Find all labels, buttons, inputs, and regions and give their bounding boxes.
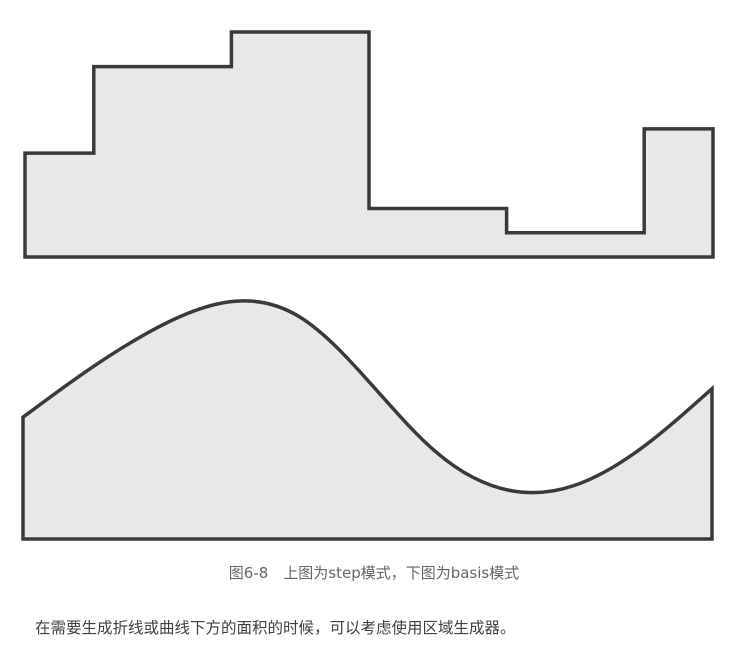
- step-area-shape: [23, 30, 715, 259]
- figure-caption: 图6-8 上图为step模式，下图为basis模式: [228, 564, 520, 582]
- body-paragraph: 在需要生成折线或曲线下方的面积的时候，可以考虑使用区域生成器。: [35, 619, 516, 637]
- area-figure: [21, 30, 715, 541]
- basis-area-shape: [21, 299, 714, 541]
